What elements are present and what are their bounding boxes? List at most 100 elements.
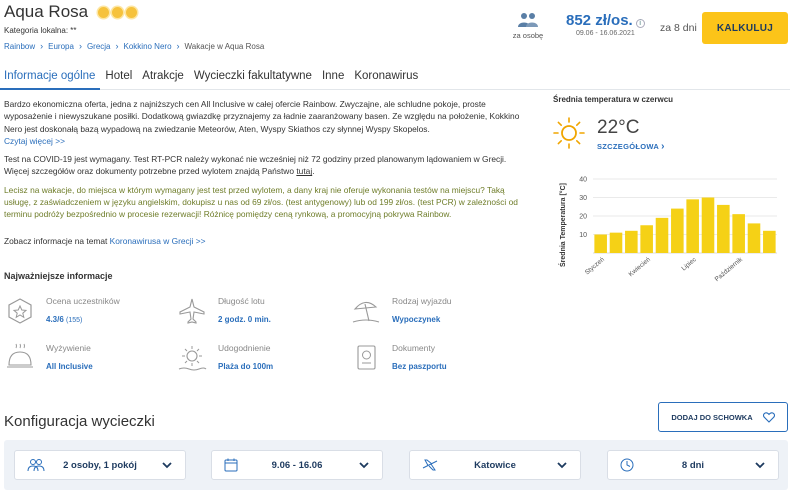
description-text: Bardzo ekonomiczna oferta, jedna z najni…: [4, 98, 524, 147]
persons-selector[interactable]: za osobę: [511, 12, 545, 40]
chart-x-tick-label: Styczeń: [584, 256, 607, 276]
flight-length-value: 2 godz. 0 min.: [218, 315, 271, 324]
temperature-details-label: SZCZEGÓŁOWA: [597, 142, 659, 151]
important-info-title: Najważniejsze informacje: [4, 271, 113, 281]
description: Bardzo ekonomiczna oferta, jedna z najni…: [4, 98, 524, 253]
info-label: Dokumenty: [392, 343, 435, 353]
breadcrumb-grecja[interactable]: Grecja: [87, 42, 111, 51]
hotel-name: Aqua Rosa: [4, 2, 89, 21]
info-tabs: Informacje ogólne Hotel Atrakcje Wyciecz…: [0, 66, 790, 90]
board-value: All Inclusive: [46, 362, 93, 371]
chart-y-tick-label: 20: [579, 214, 587, 221]
info-label: Długość lotu: [218, 296, 265, 306]
persons-label: za osobę: [512, 31, 544, 40]
calendar-icon: [224, 458, 238, 472]
info-label: Udogodnienie: [218, 343, 271, 353]
plane-icon: [179, 298, 205, 324]
chevron-down-icon: [359, 462, 369, 469]
departure-airport-field[interactable]: Katowice: [409, 450, 581, 480]
config-bar: 2 osoby, 1 pokój 9.06 - 16.06 Katowice 8…: [4, 440, 788, 490]
info-label: Rodzaj wyjazdu: [392, 296, 452, 306]
chevron-down-icon: [755, 462, 765, 469]
chart-y-axis-label: Średnia Temperatura [°C]: [558, 183, 567, 267]
breadcrumb-kokkino-nero[interactable]: Kokkino Nero: [124, 42, 172, 51]
sun-star-icon: [126, 6, 138, 18]
chart-bar[interactable]: [625, 230, 638, 253]
read-more-link[interactable]: Czytaj więcej >>: [4, 136, 65, 146]
breadcrumb-current: Wakacje w Aqua Rosa: [184, 41, 265, 51]
info-documents: Dokumenty Bez paszportu: [350, 343, 447, 373]
corona-greece-link[interactable]: Koronawirusa w Grecji >>: [110, 236, 206, 246]
calculate-button[interactable]: KALKULUJ: [702, 12, 788, 44]
add-to-clipboard-button[interactable]: DODAJ DO SCHOWKA: [658, 402, 788, 432]
tab-attractions[interactable]: Atrakcje: [137, 66, 189, 90]
info-label: Wyżywienie: [46, 343, 91, 353]
chart-y-tick-label: 10: [579, 232, 587, 239]
covid-text: Test na COVID-19 jest wymagany. Test RT-…: [4, 154, 507, 177]
temperature-details-link[interactable]: SZCZEGÓŁOWA ›: [597, 141, 665, 152]
rating-value[interactable]: 4.3/6 (155): [46, 315, 120, 324]
chart-x-tick-label: Kwiecień: [628, 256, 653, 278]
info-amenity: Udogodnienie Plaża do 100m: [176, 343, 273, 373]
hotel-title-row: Aqua Rosa: [4, 2, 139, 22]
covid-text-end: .: [312, 166, 315, 177]
tab-coronavirus[interactable]: Koronawirus: [349, 66, 423, 90]
sun-icon: [553, 117, 585, 149]
chart-bar[interactable]: [609, 232, 623, 253]
covid-details-link[interactable]: tutaj: [296, 166, 312, 176]
clock-icon: [620, 458, 634, 472]
chevron-right-icon: ›: [661, 141, 665, 152]
breadcrumb: Rainbow › Europa › Grecja › Kokkino Nero…: [4, 41, 264, 51]
rating-badge-icon: [8, 298, 32, 324]
sun-beach-icon: [178, 346, 207, 371]
chevron-right-icon: ›: [40, 41, 44, 51]
temperature-title: Średnia temperatura w czerwcu: [553, 95, 674, 104]
rating-score: 4.3/6: [46, 315, 64, 324]
covid-test-offer: Lecisz na wakacje, do miejsca w którym w…: [4, 184, 518, 220]
chart-bar[interactable]: [701, 197, 715, 254]
people-icon: [27, 459, 45, 472]
breadcrumb-europa[interactable]: Europa: [48, 42, 74, 51]
people-icon: [518, 13, 538, 27]
info-board: Wyżywienie All Inclusive: [4, 343, 93, 373]
info-trip-type: Rodzaj wyjazdu Wypoczynek: [350, 296, 452, 326]
tab-other[interactable]: Inne: [317, 66, 349, 90]
rating-count: (155): [66, 317, 83, 324]
persons-field[interactable]: 2 osoby, 1 pokój: [14, 450, 186, 480]
chevron-right-icon: ›: [78, 41, 82, 51]
current-temperature: 22°C: [597, 117, 640, 138]
covid-info: Test na COVID-19 jest wymagany. Test RT-…: [4, 153, 524, 178]
corona-prefix: Zobacz informacje na temat: [4, 235, 110, 246]
corona-info: Zobacz informacje na temat Koronawirusa …: [4, 235, 524, 247]
price-box: 852 zł/os. i 09.06 - 16.06.2021: [566, 12, 645, 37]
info-label: Ocena uczestników: [46, 296, 120, 306]
description-para: Bardzo ekonomiczna oferta, jedna z najni…: [4, 99, 520, 134]
chart-x-ticks: Styczeń Kwiecień Lipiec Październik: [584, 256, 745, 283]
info-icon[interactable]: i: [635, 19, 645, 28]
chart-bar[interactable]: [671, 208, 684, 253]
breadcrumb-rainbow[interactable]: Rainbow: [4, 42, 35, 51]
tab-general-info[interactable]: Informacje ogólne: [0, 66, 101, 90]
chart-bar[interactable]: [763, 230, 776, 253]
chart-bar[interactable]: [732, 214, 745, 253]
chart-bar[interactable]: [655, 217, 669, 253]
duration-field[interactable]: 8 dni: [607, 450, 779, 480]
sun-star-icon: [98, 6, 110, 18]
passport-icon: [357, 345, 376, 370]
chart-y-tick-label: 30: [579, 195, 587, 202]
chart-bar[interactable]: [640, 225, 653, 253]
chart-bar[interactable]: [594, 234, 607, 254]
chart-bar[interactable]: [686, 199, 699, 253]
chart-y-tick-label: 40: [579, 177, 587, 184]
chart-bar[interactable]: [747, 223, 761, 253]
tab-hotel[interactable]: Hotel: [100, 66, 137, 90]
tab-excursions[interactable]: Wycieczki fakultatywne: [189, 66, 317, 90]
info-flight-length: Długość lotu 2 godz. 0 min.: [176, 296, 271, 326]
chart-bar[interactable]: [717, 204, 730, 253]
sun-star-icon: [112, 6, 124, 18]
dates-field[interactable]: 9.06 - 16.06: [211, 450, 383, 480]
price-row: 852 zł/os. i: [566, 12, 645, 29]
chart-bars: [594, 197, 776, 254]
documents-value: Bez paszportu: [392, 362, 447, 371]
chevron-down-icon: [162, 462, 172, 469]
